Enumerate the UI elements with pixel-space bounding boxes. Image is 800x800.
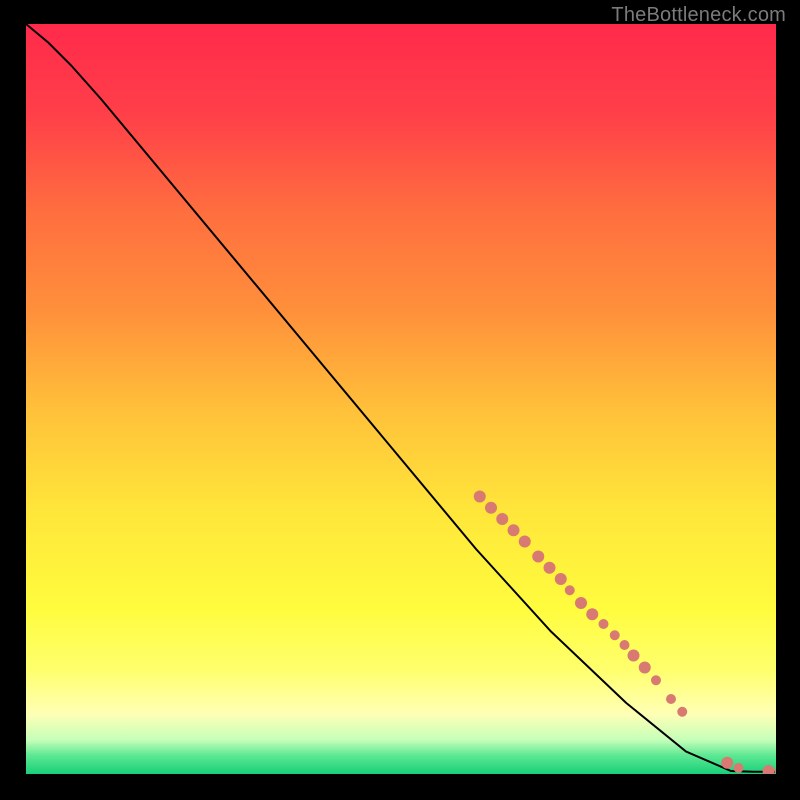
data-point [651, 675, 661, 685]
chart-svg [26, 24, 776, 774]
data-point [610, 630, 620, 640]
data-point [639, 662, 651, 674]
data-point [575, 597, 587, 609]
gradient-background [26, 24, 776, 774]
data-point [565, 585, 575, 595]
data-point [734, 763, 744, 773]
data-point [496, 513, 508, 525]
data-point [532, 551, 544, 563]
data-point [485, 502, 497, 514]
data-point [555, 573, 567, 585]
plot-area [26, 24, 776, 774]
data-point [519, 536, 531, 548]
chart-stage: TheBottleneck.com [0, 0, 800, 800]
data-point [677, 707, 687, 717]
data-point [628, 650, 640, 662]
data-point [666, 694, 676, 704]
data-point [586, 608, 598, 620]
data-point [599, 619, 609, 629]
data-point [508, 524, 520, 536]
data-point [544, 562, 556, 574]
data-point [620, 640, 630, 650]
data-point [474, 491, 486, 503]
data-point [721, 757, 733, 769]
watermark-text: TheBottleneck.com [611, 4, 786, 27]
